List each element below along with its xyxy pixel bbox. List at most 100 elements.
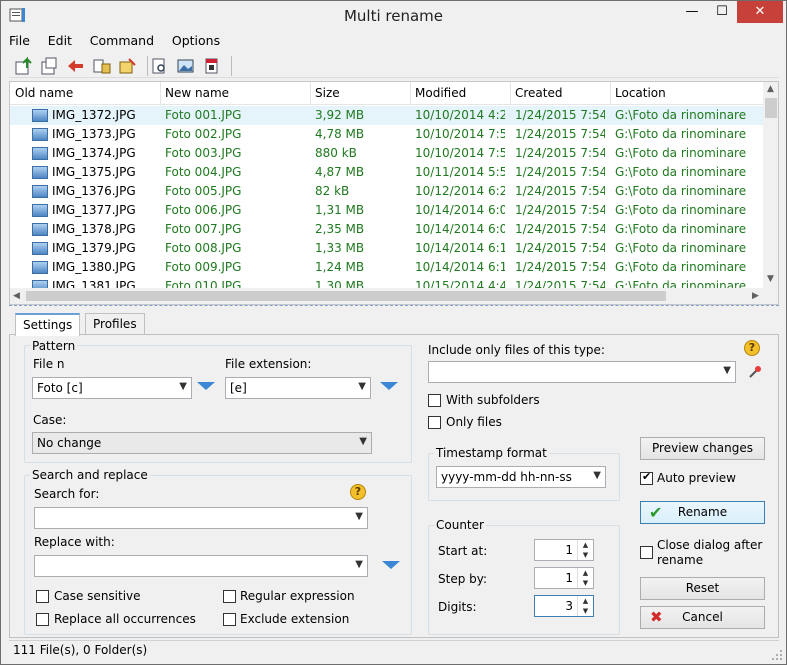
minimize-button[interactable]: —: [677, 1, 707, 23]
move-left-icon[interactable]: [65, 56, 87, 76]
column-divider[interactable]: [510, 82, 511, 105]
pattern-title: Pattern: [30, 339, 78, 353]
file-name-combo[interactable]: Foto [c] ▼: [32, 377, 192, 399]
table-row[interactable]: IMG_1372.JPG Foto 001.JPG 3,92 MB 10/10/201…: [10, 106, 763, 125]
regex-label: Regular expression: [240, 589, 355, 603]
resize-grip-icon[interactable]: [771, 649, 783, 661]
toolbar-separator: [147, 56, 148, 76]
table-row[interactable]: IMG_1374.JPG Foto 003.JPG 880 kB 10/10/2014…: [10, 144, 763, 163]
help-icon[interactable]: ?: [744, 340, 760, 356]
replace-menu-icon[interactable]: [382, 561, 400, 569]
image-icon[interactable]: [175, 56, 197, 76]
image-file-icon: [32, 223, 48, 236]
column-divider[interactable]: [160, 82, 161, 105]
file-list[interactable]: Old name New name Size Modified Created …: [9, 81, 779, 305]
spin-arrows-icon[interactable]: ▲ ▼: [577, 596, 593, 616]
timestamp-combo[interactable]: yyyy-mm-dd hh-nn-ss ▼: [436, 466, 606, 488]
col-location[interactable]: Location: [615, 86, 666, 100]
splitter[interactable]: [9, 305, 779, 309]
extension-menu-icon[interactable]: [380, 382, 398, 390]
close-button[interactable]: ✕: [737, 1, 783, 23]
step-by-spinner[interactable]: 1 ▲ ▼: [534, 567, 594, 589]
col-size[interactable]: Size: [315, 86, 340, 100]
exclude-extension-label: Exclude extension: [240, 612, 350, 626]
column-divider[interactable]: [310, 82, 311, 105]
table-cell: 2,35 MB: [315, 222, 365, 236]
table-row[interactable]: IMG_1376.JPG Foto 005.JPG 82 kB 10/12/2014 …: [10, 182, 763, 201]
cancel-label: Cancel: [682, 610, 723, 624]
replace-with-label: Replace with:: [34, 535, 115, 549]
maximize-button[interactable]: ☐: [707, 1, 737, 23]
start-at-spinner[interactable]: 1 ▲ ▼: [534, 539, 594, 561]
menu-options[interactable]: Options: [172, 33, 220, 48]
filter-wand-icon[interactable]: [748, 365, 762, 379]
replace-all-checkbox[interactable]: [36, 613, 49, 626]
replace-icon[interactable]: [117, 56, 139, 76]
scroll-down-icon[interactable]: ▼: [767, 274, 774, 284]
table-cell: Foto 001.JPG: [165, 108, 242, 122]
copy-icon[interactable]: [39, 56, 61, 76]
auto-preview-checkbox[interactable]: [640, 470, 653, 485]
file-extension-combo[interactable]: [e] ▼: [225, 377, 371, 399]
scroll-left-icon[interactable]: ◀: [13, 291, 20, 301]
table-row[interactable]: IMG_1373.JPG Foto 002.JPG 4,78 MB 10/10/201…: [10, 125, 763, 144]
spin-arrows-icon[interactable]: ▲ ▼: [577, 568, 593, 588]
settings-panel: Pattern File n Foto [c] ▼ File extension:…: [9, 334, 779, 638]
toolbar: [9, 54, 779, 78]
table-cell: IMG_1377.JPG: [52, 203, 136, 217]
table-cell: IMG_1379.JPG: [52, 241, 136, 255]
rename-icon[interactable]: [91, 56, 113, 76]
spin-arrows-icon[interactable]: ▲ ▼: [577, 540, 593, 560]
move-up-icon[interactable]: [13, 56, 35, 76]
horizontal-scrollbar[interactable]: ◀ ▶: [10, 288, 778, 304]
table-row[interactable]: IMG_1378.JPG Foto 007.JPG 2,35 MB 10/14/201…: [10, 220, 763, 239]
vertical-scrollbar[interactable]: ▲ ▼: [763, 82, 778, 288]
col-new-name[interactable]: New name: [165, 86, 229, 100]
scroll-thumb[interactable]: [26, 291, 666, 301]
menu-command[interactable]: Command: [90, 33, 154, 48]
col-old-name[interactable]: Old name: [15, 86, 73, 100]
scroll-thumb[interactable]: [765, 98, 777, 118]
table-cell: 10/14/2014 6:0...: [415, 203, 505, 217]
menu-edit[interactable]: Edit: [48, 33, 72, 48]
table-row[interactable]: IMG_1375.JPG Foto 004.JPG 4,87 MB 10/11/201…: [10, 163, 763, 182]
column-divider[interactable]: [610, 82, 611, 105]
col-modified[interactable]: Modified: [415, 86, 466, 100]
table-cell: Foto 004.JPG: [165, 165, 242, 179]
table-row[interactable]: IMG_1380.JPG Foto 009.JPG 1,24 MB 10/14/201…: [10, 258, 763, 277]
regex-checkbox[interactable]: [223, 590, 236, 603]
scroll-up-icon[interactable]: ▲: [767, 84, 774, 94]
digits-value: 3: [565, 599, 573, 613]
table-cell: Foto 005.JPG: [165, 184, 242, 198]
rename-button[interactable]: ✔ Rename: [640, 501, 765, 524]
exclude-extension-checkbox[interactable]: [223, 613, 236, 626]
close-after-rename-checkbox[interactable]: [640, 546, 653, 559]
search-for-input[interactable]: ▼: [34, 507, 368, 529]
table-row[interactable]: IMG_1377.JPG Foto 006.JPG 1,31 MB 10/14/201…: [10, 201, 763, 220]
cancel-button[interactable]: ✖ Cancel: [640, 606, 765, 629]
preview-icon[interactable]: [149, 56, 171, 76]
window-title: Multi rename: [343, 7, 444, 25]
digits-spinner[interactable]: 3 ▲ ▼: [534, 595, 594, 617]
scroll-right-icon[interactable]: ▶: [752, 291, 759, 301]
table-cell: G:\Foto da rinominare: [615, 241, 747, 255]
tab-settings[interactable]: Settings: [15, 313, 81, 336]
pattern-menu-icon[interactable]: [197, 382, 215, 390]
case-select[interactable]: No change ▼: [32, 432, 372, 454]
reset-button[interactable]: Reset: [640, 577, 765, 600]
table-cell: Foto 007.JPG: [165, 222, 242, 236]
menu-file[interactable]: File: [9, 33, 30, 48]
help-icon[interactable]: ?: [350, 484, 366, 500]
preview-changes-button[interactable]: Preview changes: [640, 437, 765, 460]
calendar-icon[interactable]: [201, 56, 223, 76]
column-divider[interactable]: [410, 82, 411, 105]
tab-profiles[interactable]: Profiles: [85, 313, 145, 335]
subfolders-checkbox[interactable]: [428, 394, 441, 407]
case-sensitive-checkbox[interactable]: [36, 590, 49, 603]
replace-with-input[interactable]: ▼: [34, 555, 368, 577]
col-created[interactable]: Created: [515, 86, 563, 100]
only-files-checkbox[interactable]: [428, 416, 441, 429]
case-label: Case:: [33, 413, 67, 427]
include-type-input[interactable]: ▼: [428, 361, 736, 383]
table-row[interactable]: IMG_1379.JPG Foto 008.JPG 1,33 MB 10/14/201…: [10, 239, 763, 258]
